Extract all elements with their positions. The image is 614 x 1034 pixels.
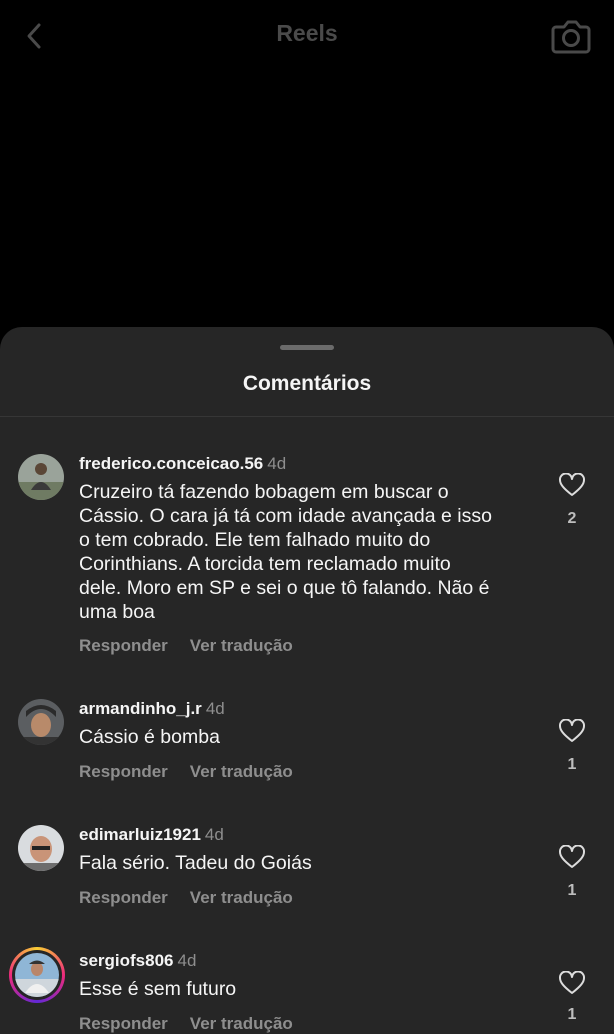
translate-button[interactable]: Ver tradução: [190, 888, 293, 908]
comment-time: 4d: [267, 454, 287, 473]
comment-text: Cruzeiro tá fazendo bobagem em buscar o …: [79, 481, 492, 623]
reply-button[interactable]: Responder: [79, 888, 168, 908]
comment-username[interactable]: sergiofs806: [79, 951, 174, 970]
avatar[interactable]: [18, 825, 64, 871]
like-count: 1: [567, 882, 577, 899]
comment-text: Cássio é bomba: [79, 726, 220, 748]
top-bar: Reels: [0, 0, 614, 72]
heart-icon[interactable]: [559, 718, 585, 743]
reply-button[interactable]: Responder: [79, 762, 168, 782]
heart-icon[interactable]: [559, 844, 585, 869]
comment-time: 4d: [204, 825, 224, 844]
translate-button[interactable]: Ver tradução: [190, 1014, 293, 1034]
like-count: 1: [567, 756, 577, 773]
comment-username[interactable]: edimarluiz1921: [79, 825, 201, 844]
reply-button[interactable]: Responder: [79, 636, 168, 656]
like-count: 2: [567, 510, 577, 527]
reply-button[interactable]: Responder: [79, 1014, 168, 1034]
heart-icon[interactable]: [559, 472, 585, 497]
page-title: Reels: [276, 20, 338, 46]
heart-icon[interactable]: [559, 970, 585, 995]
comment-text: Fala sério. Tadeu do Goiás: [79, 852, 312, 874]
avatar-story-ring[interactable]: [9, 947, 65, 1003]
avatar[interactable]: [18, 699, 64, 745]
drag-handle[interactable]: [280, 345, 334, 350]
camera-icon[interactable]: [550, 16, 592, 56]
comment-text: Esse é sem futuro: [79, 978, 237, 1000]
like-count: 1: [567, 1006, 577, 1023]
divider: [0, 416, 614, 417]
comments-sheet: Comentários frederico.conceicao.56 4d Cru…: [0, 327, 614, 1034]
translate-button[interactable]: Ver tradução: [190, 636, 293, 656]
avatar[interactable]: [18, 454, 64, 500]
comment-time: 4d: [205, 699, 225, 718]
translate-button[interactable]: Ver tradução: [190, 762, 293, 782]
comment-time: 4d: [177, 951, 197, 970]
comment-username[interactable]: frederico.conceicao.56: [79, 454, 263, 473]
comment-username[interactable]: armandinho_j.r: [79, 699, 202, 718]
comments-title: Comentários: [242, 372, 372, 395]
